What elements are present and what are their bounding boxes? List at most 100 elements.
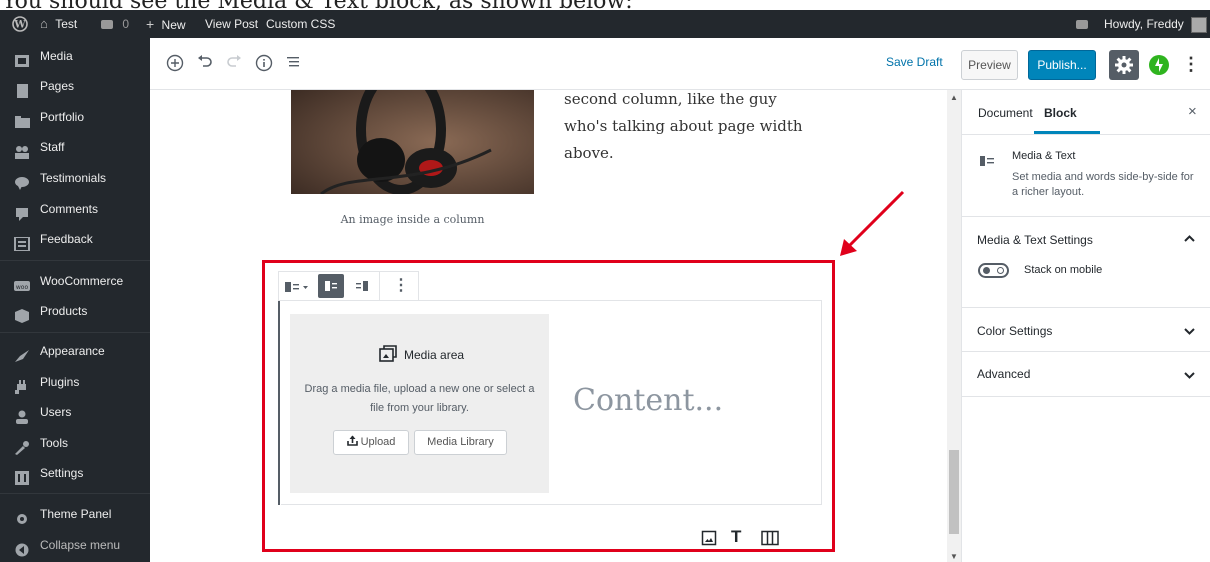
panel-title: Color Settings bbox=[977, 324, 1053, 338]
plugins-icon bbox=[14, 375, 30, 394]
preview-button[interactable]: Preview bbox=[961, 50, 1018, 80]
media-text-block-icon bbox=[980, 154, 996, 166]
menu-item-users[interactable]: Users bbox=[0, 397, 150, 427]
avatar bbox=[1191, 16, 1208, 33]
block-navigation-icon[interactable] bbox=[284, 54, 304, 74]
comments-icon bbox=[14, 202, 30, 221]
media-area-description: Drag a media file, upload a new one or s… bbox=[304, 383, 535, 414]
advanced-panel[interactable]: Advanced bbox=[962, 352, 1210, 397]
chevron-up-icon[interactable] bbox=[1184, 231, 1195, 245]
headphones-image[interactable] bbox=[291, 90, 534, 194]
text-insert-icon[interactable]: T bbox=[731, 527, 741, 547]
add-block-icon[interactable] bbox=[165, 54, 185, 74]
menu-item-tools[interactable]: Tools bbox=[0, 428, 150, 458]
menu-item-appearance[interactable]: Appearance bbox=[0, 336, 150, 366]
media-left-button[interactable] bbox=[318, 274, 344, 298]
save-draft-button[interactable]: Save Draft bbox=[886, 55, 943, 69]
menu-item-comments[interactable]: Comments bbox=[0, 194, 150, 224]
scrollbar-thumb[interactable] bbox=[949, 450, 959, 534]
wordpress-logo-icon[interactable]: W bbox=[12, 10, 28, 38]
media-icon bbox=[14, 49, 30, 67]
comments-link[interactable]: 0 bbox=[101, 10, 129, 38]
collapse-icon bbox=[14, 538, 30, 557]
block-focus-line bbox=[278, 271, 280, 505]
comment-bubble-icon bbox=[101, 20, 113, 30]
column-text[interactable]: second column, like the guy who's talkin… bbox=[564, 90, 824, 167]
menu-item-staff[interactable]: Staff bbox=[0, 132, 150, 162]
stack-on-mobile-toggle[interactable] bbox=[978, 263, 1009, 278]
jetpack-icon[interactable] bbox=[1149, 55, 1169, 75]
color-settings-panel[interactable]: Color Settings bbox=[962, 308, 1210, 352]
menu-label: Pages bbox=[40, 79, 75, 93]
more-options-icon[interactable]: ⋮ bbox=[1182, 52, 1200, 76]
gear-icon bbox=[1115, 56, 1133, 74]
block-toolbar: ⋮ bbox=[278, 271, 419, 301]
new-content-link[interactable]: + New bbox=[146, 10, 186, 38]
menu-item-products[interactable]: Products bbox=[0, 296, 150, 326]
upload-label: Upload bbox=[360, 436, 396, 448]
highlight-box: ⋮ Media area Drag a media file, upload a… bbox=[262, 260, 835, 552]
plus-icon: + bbox=[146, 16, 155, 32]
columns-insert-icon[interactable] bbox=[761, 530, 779, 546]
menu-label: Theme Panel bbox=[40, 507, 112, 521]
toolbar-divider bbox=[379, 272, 380, 300]
admin-side-menu: Media Pages Portfolio Staff Testimonials… bbox=[0, 38, 150, 562]
settings-toggle-button[interactable] bbox=[1109, 50, 1139, 80]
upload-button[interactable]: Upload bbox=[333, 430, 409, 455]
account-menu[interactable]: Howdy, Freddy bbox=[1104, 10, 1208, 38]
media-library-button[interactable]: Media Library bbox=[414, 430, 507, 455]
theme-panel-icon bbox=[14, 507, 30, 524]
appearance-icon bbox=[14, 344, 30, 362]
block-card-title: Media & Text bbox=[1012, 150, 1076, 162]
menu-label: Users bbox=[40, 405, 72, 419]
tab-block[interactable]: Block bbox=[1044, 106, 1077, 120]
menu-item-plugins[interactable]: Plugins bbox=[0, 367, 150, 397]
notifications-icon[interactable] bbox=[1076, 10, 1088, 38]
menu-item-testimonials[interactable]: Testimonials bbox=[0, 163, 150, 193]
content-placeholder[interactable]: Content... bbox=[573, 383, 723, 418]
users-icon bbox=[14, 405, 30, 424]
block-more-options-icon[interactable]: ⋮ bbox=[393, 275, 409, 297]
caption-text: You should see the Media & Text block, a… bbox=[2, 0, 633, 10]
collapse-menu[interactable]: Collapse menu bbox=[0, 530, 150, 560]
media-area-icon bbox=[378, 344, 398, 364]
howdy-label: Howdy, Freddy bbox=[1104, 17, 1184, 31]
scroll-up-icon[interactable]: ▲ bbox=[950, 93, 958, 102]
close-icon[interactable]: × bbox=[1188, 103, 1197, 120]
custom-css-link[interactable]: Custom CSS bbox=[266, 10, 335, 38]
menu-item-portfolio[interactable]: Portfolio bbox=[0, 102, 150, 132]
menu-item-media[interactable]: Media bbox=[0, 41, 150, 71]
media-right-button[interactable] bbox=[349, 274, 375, 298]
canvas-scrollbar[interactable]: ▲ ▼ bbox=[947, 90, 961, 562]
menu-item-woocommerce[interactable]: woo WooCommerce bbox=[0, 266, 150, 296]
panel-title: Advanced bbox=[977, 367, 1031, 381]
menu-label: Products bbox=[40, 304, 88, 318]
site-name-link[interactable]: ⌂ Test bbox=[40, 10, 77, 38]
redo-icon[interactable] bbox=[225, 54, 243, 74]
scroll-down-icon[interactable]: ▼ bbox=[950, 552, 958, 561]
tab-document[interactable]: Document bbox=[978, 106, 1033, 120]
block-type-switcher[interactable] bbox=[285, 279, 311, 295]
image-insert-icon[interactable] bbox=[701, 530, 717, 546]
info-icon[interactable] bbox=[254, 54, 274, 74]
sidebar-tabs: Document Block × bbox=[962, 90, 1210, 135]
active-tab-indicator bbox=[1034, 131, 1100, 134]
menu-item-theme-panel[interactable]: Theme Panel bbox=[0, 499, 150, 529]
image-caption[interactable]: An image inside a column bbox=[291, 213, 534, 226]
menu-separator bbox=[0, 332, 150, 333]
menu-label: Plugins bbox=[40, 375, 80, 389]
testimonials-icon bbox=[14, 171, 30, 190]
panel-title[interactable]: Media & Text Settings bbox=[977, 233, 1093, 247]
menu-item-feedback[interactable]: Feedback bbox=[0, 224, 150, 254]
menu-item-settings[interactable]: Settings bbox=[0, 458, 150, 488]
media-text-settings-panel: Media & Text Settings Stack on mobile bbox=[962, 217, 1210, 308]
menu-label: Media bbox=[40, 49, 73, 63]
settings-icon bbox=[14, 466, 30, 485]
undo-icon[interactable] bbox=[196, 54, 214, 74]
chevron-down-icon bbox=[1184, 325, 1195, 339]
menu-label: Settings bbox=[40, 466, 84, 480]
publish-button[interactable]: Publish... bbox=[1028, 50, 1096, 80]
view-post-link[interactable]: View Post bbox=[205, 10, 258, 38]
custom-css-label: Custom CSS bbox=[266, 17, 336, 31]
menu-item-pages[interactable]: Pages bbox=[0, 71, 150, 101]
